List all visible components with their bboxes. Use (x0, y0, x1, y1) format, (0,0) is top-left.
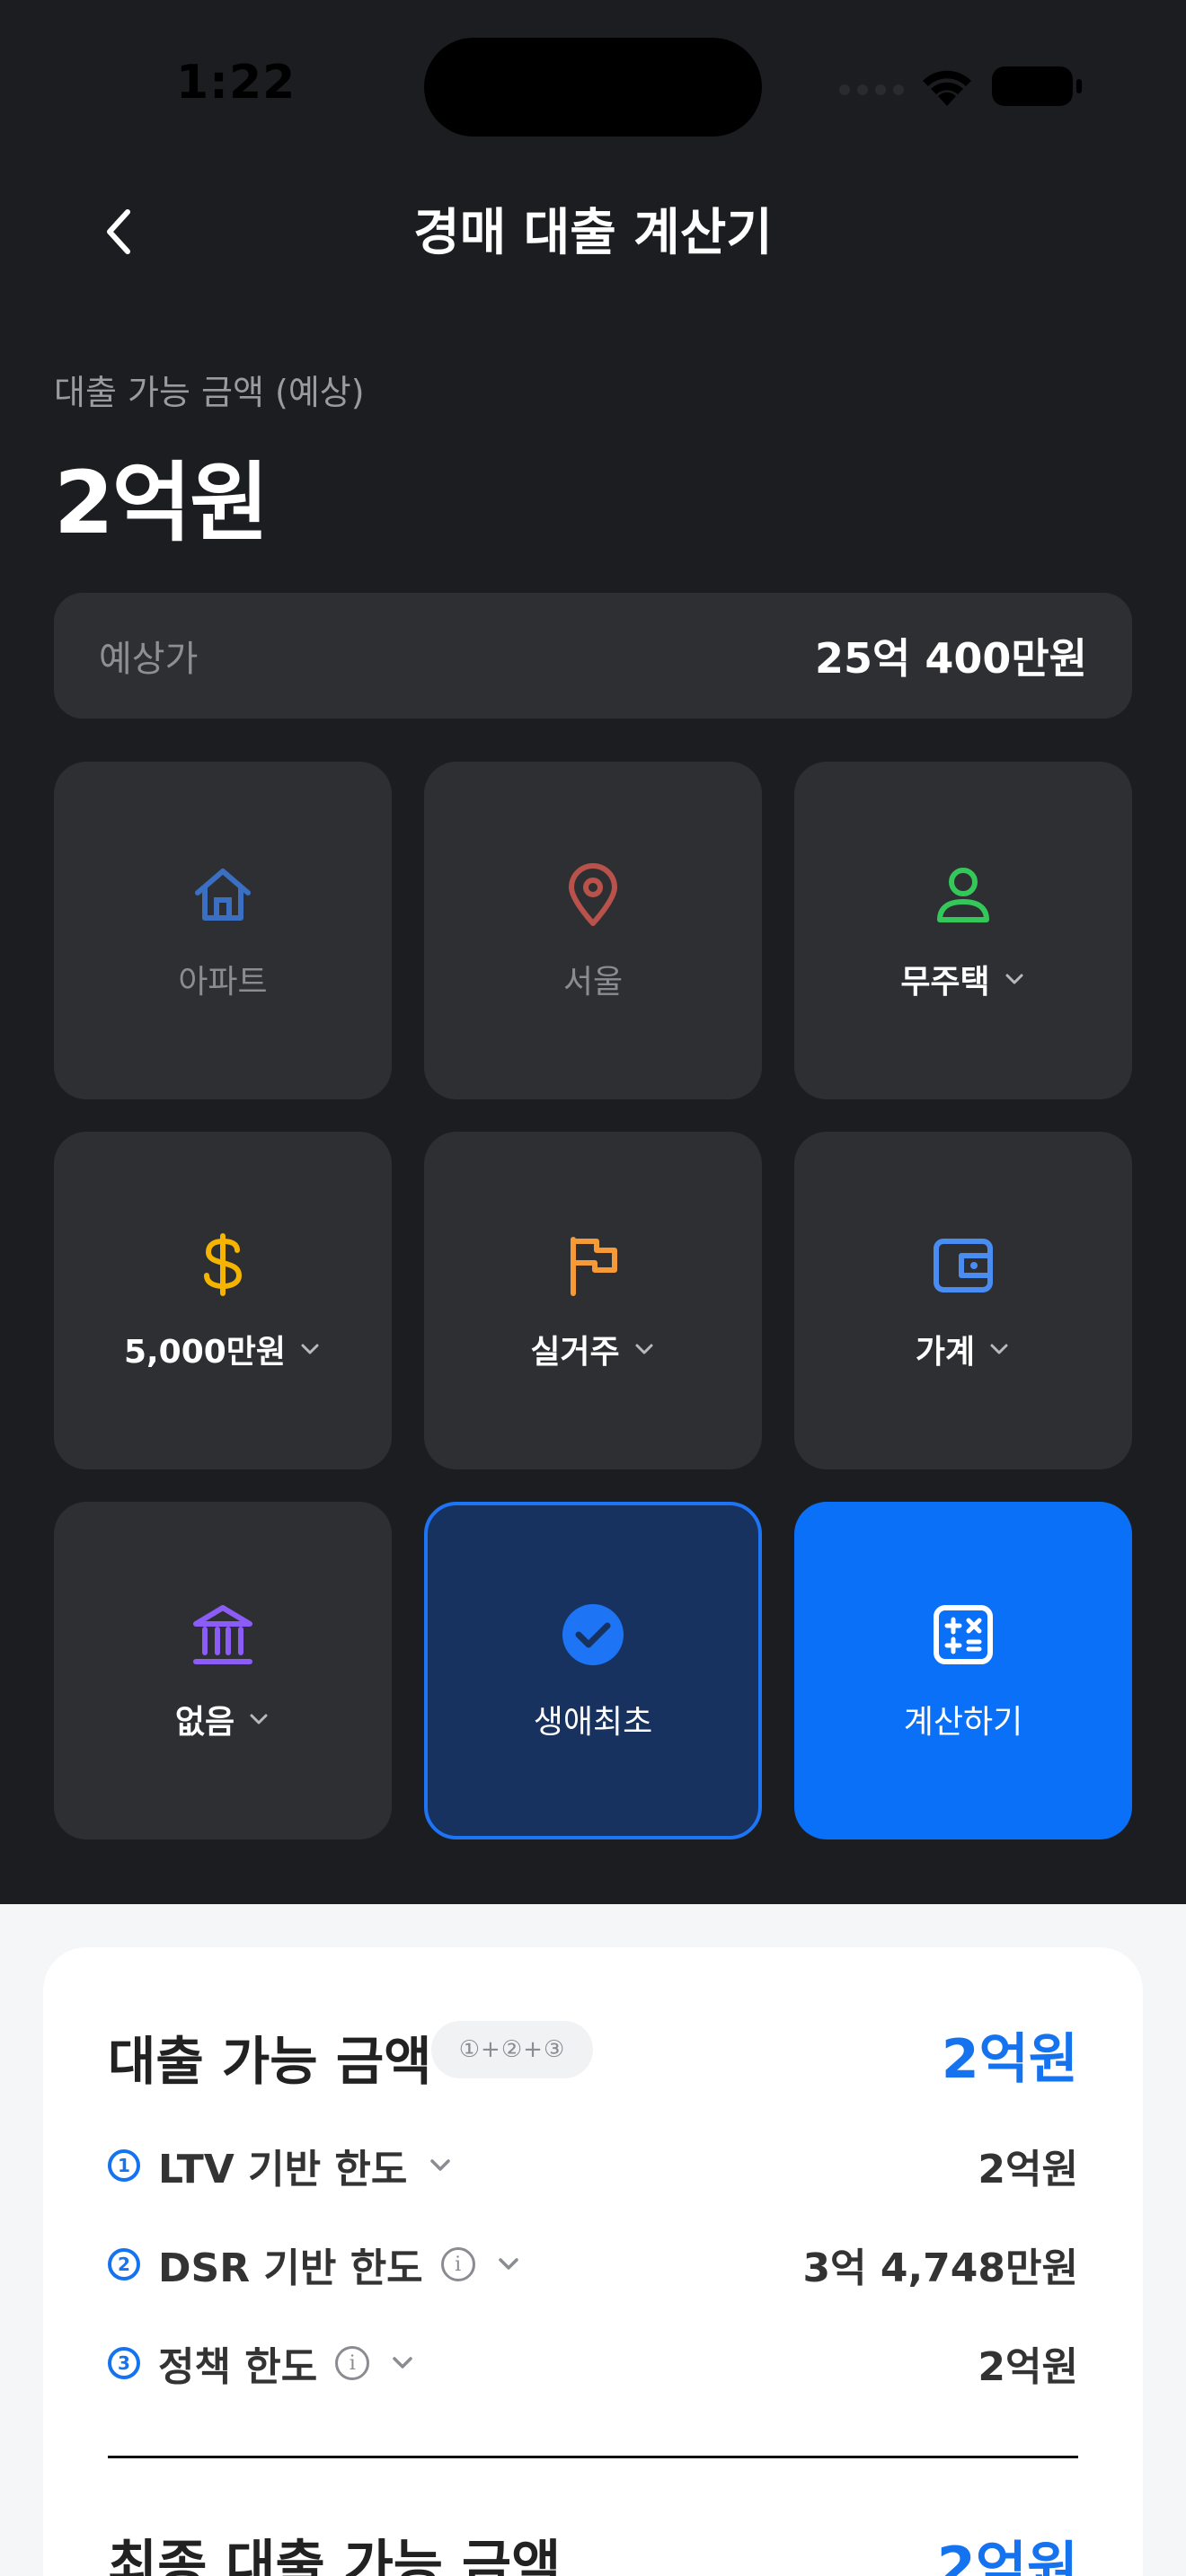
region-tile[interactable]: 서울 (424, 762, 762, 1099)
purpose-label: 실거주 (530, 1334, 620, 1371)
status-bar: 1:22 (0, 0, 1186, 171)
existing-loan-label: 없음 (174, 1704, 235, 1741)
calculate-label: 계산하기 (903, 1704, 1023, 1741)
flag-icon (557, 1229, 629, 1301)
page-title: 경매 대출 계산기 (413, 204, 773, 262)
page: 1:22 경매 대출 계산기 대출 가능 금액 (예상) 2억원 예상가 25억… (0, 0, 1186, 2576)
chevron-down-icon (301, 1344, 319, 1354)
wallet-icon (927, 1229, 999, 1301)
chevron-down-icon (1005, 974, 1023, 984)
chevron-down-icon (393, 2357, 412, 2369)
status-time: 1:22 (176, 56, 296, 110)
ltv-limit-value: 2억원 (978, 2147, 1078, 2192)
estimated-price-value: 25억 400만원 (814, 634, 1087, 683)
number-badge: 1 (108, 2149, 140, 2182)
ltv-limit-label: LTV 기반 한도 (158, 2147, 408, 2192)
property-type-label: 아파트 (178, 964, 268, 1001)
final-amount-value: 2억원 (936, 2535, 1078, 2576)
annual-income-tile[interactable]: 5,000만원 (54, 1132, 392, 1469)
person-icon (927, 859, 999, 931)
dsr-limit-row[interactable]: 2 DSR 기반 한도 i 3억 4,748만원 (108, 2233, 1078, 2296)
ltv-limit-row[interactable]: 1 LTV 기반 한도 2억원 (108, 2134, 1078, 2197)
loan-amount-label: 대출 가능 금액 (예상) (54, 373, 365, 412)
borrower-type-tile[interactable]: 가계 (794, 1132, 1132, 1469)
number-badge: 3 (108, 2347, 140, 2379)
borrower-type-label: 가계 (915, 1334, 976, 1371)
bank-icon (187, 1599, 259, 1671)
calculator-icon (927, 1599, 999, 1671)
policy-limit-row[interactable]: 3 정책 한도 i 2억원 (108, 2332, 1078, 2395)
result-total: 2억원 (941, 2028, 1078, 2091)
dsr-limit-label: DSR 기반 한도 (158, 2245, 423, 2291)
result-title: 대출 가능 금액 (108, 2031, 432, 2092)
divider (108, 2456, 1078, 2458)
property-type-tile[interactable]: 아파트 (54, 762, 392, 1099)
policy-limit-label: 정책 한도 (158, 2344, 318, 2390)
check-circle-icon (557, 1599, 629, 1671)
loan-amount-value: 2억원 (54, 453, 269, 553)
formula-badge: ①+②+③ (431, 2021, 593, 2078)
dynamic-island (424, 38, 762, 137)
result-card: 대출 가능 금액 ①+②+③ 2억원 1 LTV 기반 한도 2억원 2 DSR… (43, 1947, 1143, 2576)
existing-loan-tile[interactable]: 없음 (54, 1502, 392, 1839)
policy-limit-value: 2억원 (978, 2344, 1078, 2390)
first-time-buyer-toggle[interactable]: 생애최초 (424, 1502, 762, 1839)
estimated-price-label: 예상가 (99, 639, 199, 680)
battery-icon (992, 66, 1082, 106)
chevron-down-icon (990, 1344, 1008, 1354)
annual-income-label: 5,000만원 (123, 1334, 287, 1371)
first-time-buyer-label: 생애최초 (533, 1704, 653, 1741)
number-badge: 2 (108, 2248, 140, 2280)
option-grid: 아파트 서울 무주택 5,000만원 실거주 가계 없음 생애최초 계산하기 (54, 762, 1132, 1839)
final-amount-label: 최종 대출 가능 금액 (108, 2535, 562, 2576)
chevron-down-icon (430, 2159, 451, 2171)
dsr-limit-value: 3억 4,748만원 (802, 2245, 1078, 2291)
estimated-price-row[interactable]: 예상가 25억 400만원 (54, 593, 1132, 719)
chevron-down-icon (635, 1344, 653, 1354)
cellular-signal-icon (839, 84, 904, 95)
dollar-icon (187, 1229, 259, 1301)
info-icon[interactable]: i (335, 2346, 370, 2380)
housing-status-tile[interactable]: 무주택 (794, 762, 1132, 1099)
house-icon (187, 859, 259, 931)
map-pin-icon (557, 859, 629, 931)
region-label: 서울 (562, 964, 624, 1001)
calculate-button[interactable]: 계산하기 (794, 1502, 1132, 1839)
chevron-down-icon (250, 1714, 268, 1725)
chevron-down-icon (498, 2258, 518, 2270)
wifi-icon (920, 66, 974, 111)
purpose-tile[interactable]: 실거주 (424, 1132, 762, 1469)
housing-status-label: 무주택 (900, 964, 990, 1001)
info-icon[interactable]: i (440, 2247, 475, 2281)
